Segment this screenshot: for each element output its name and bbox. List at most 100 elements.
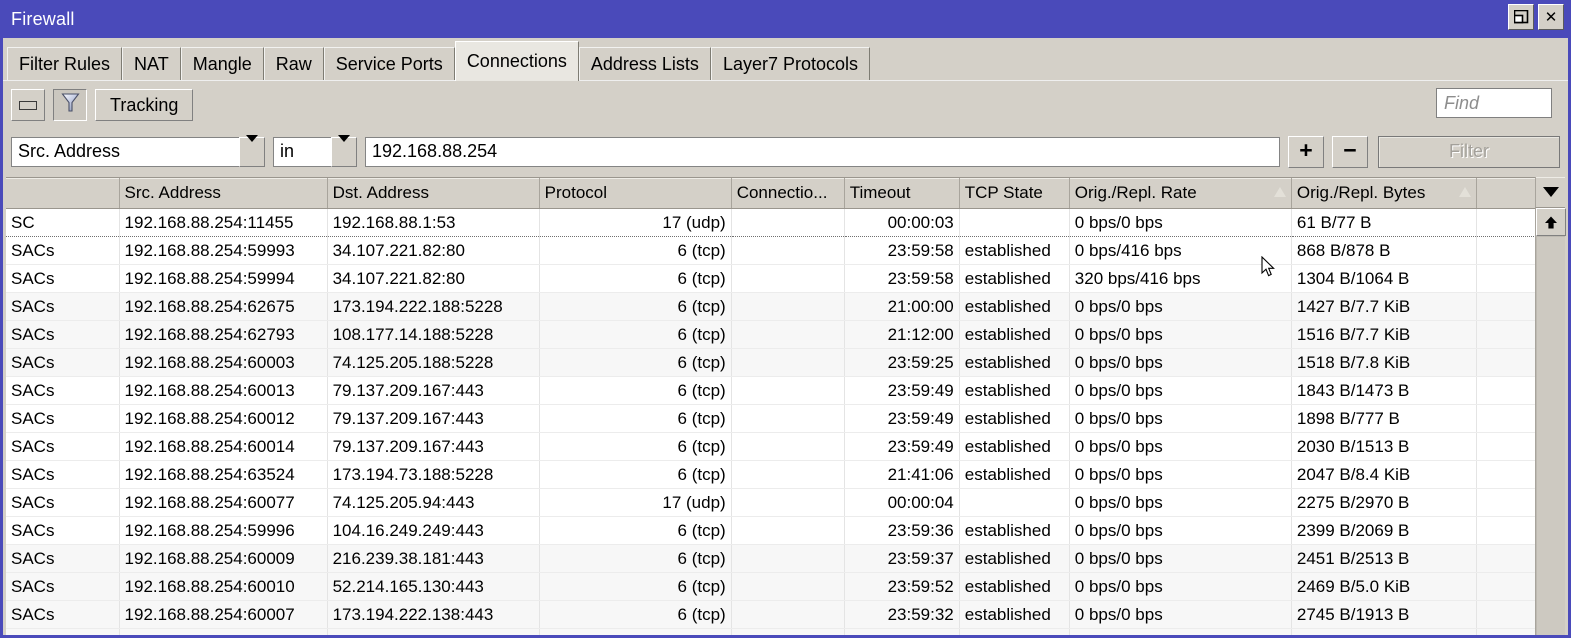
table-row[interactable]: SACs 192.168.88.254:60012 79.137.209.167:4… (6, 404, 1565, 433)
tab-filter-rules[interactable]: Filter Rules (7, 47, 123, 81)
cell-flags: SACs (6, 320, 120, 349)
cell-timeout: 23:59:38 (844, 628, 960, 635)
connections-table: Src. Address Dst. Address Protocol Conne… (6, 178, 1565, 635)
tab-label: Layer7 Protocols (722, 54, 859, 74)
cell-orig-repl-bytes: 4257 B/4018 B (1291, 628, 1477, 635)
cell-connection (731, 236, 845, 265)
cell-timeout: 23:59:52 (844, 572, 960, 601)
cell-orig-repl-bytes: 868 B/878 B (1291, 236, 1477, 265)
table-row[interactable]: SACs 192.168.88.254:62675 173.194.222.188:… (6, 292, 1565, 321)
cell-src-address: 192.168.88.254:60014 (119, 432, 328, 461)
cell-src-address: 192.168.88.254:59994 (119, 264, 328, 293)
tab-raw[interactable]: Raw (263, 47, 324, 81)
column-header-dst-address[interactable]: Dst. Address (327, 178, 540, 209)
table-row[interactable]: SACs 192.168.88.254:60014 79.137.209.167:4… (6, 432, 1565, 461)
cell-tcp-state (959, 488, 1070, 517)
column-header-tcp-state[interactable]: TCP State (959, 178, 1070, 209)
restore-button[interactable] (1508, 4, 1534, 30)
cell-timeout: 23:59:49 (844, 376, 960, 405)
cell-tcp-state: established (959, 236, 1070, 265)
table-row[interactable]: SACs 192.168.88.254:59996 104.16.249.249:4… (6, 516, 1565, 545)
table-row[interactable]: SACs 192.168.88.254:62793 108.177.14.188:5… (6, 320, 1565, 349)
column-header-orig-repl-rate[interactable]: Orig./Repl. Rate (1069, 178, 1292, 209)
cell-flags: SACs (6, 488, 120, 517)
table-row[interactable]: SACs 192.168.88.254:60077 74.125.205.94:44… (6, 488, 1565, 517)
table-row[interactable]: SACs 192.168.88.254:63524 173.194.73.188:5… (6, 460, 1565, 489)
table-row[interactable]: SC 192.168.88.254:11455 192.168.88.1:53 17 … (6, 208, 1565, 237)
column-chooser-button[interactable] (1535, 177, 1565, 208)
tab-mangle[interactable]: Mangle (180, 47, 264, 81)
apply-filter-button[interactable]: Filter (1378, 135, 1560, 168)
cell-orig-repl-bytes: 1898 B/777 B (1291, 404, 1477, 433)
cell-connection (731, 488, 845, 517)
column-header-timeout[interactable]: Timeout (844, 178, 960, 209)
cell-src-address: 192.168.88.254:60077 (119, 488, 328, 517)
funnel-icon (60, 92, 80, 118)
cell-dst-address: 35.186.227.140:443 (327, 628, 540, 635)
filter-operator-input[interactable]: in (273, 136, 331, 167)
cell-orig-repl-rate: 0 bps/0 bps (1069, 292, 1292, 321)
cell-orig-repl-rate: 0 bps/0 bps (1069, 404, 1292, 433)
add-filter-button[interactable]: + (1288, 135, 1324, 168)
chevron-down-icon (1542, 187, 1559, 197)
cell-flags: SACs (6, 236, 120, 265)
table-row[interactable]: SACs 192.168.88.254:60010 52.214.165.130:4… (6, 572, 1565, 601)
filter-operator-dropdown[interactable] (331, 134, 357, 167)
cell-dst-address: 34.107.221.82:80 (327, 264, 540, 293)
vertical-scrollbar[interactable] (1535, 208, 1566, 635)
close-button[interactable]: ✕ (1538, 4, 1564, 30)
column-header-orig-repl-bytes[interactable]: Orig./Repl. Bytes (1291, 178, 1477, 209)
column-header-protocol[interactable]: Protocol (539, 178, 732, 209)
cell-orig-repl-rate: 0 bps/0 bps (1069, 348, 1292, 377)
remove-connection-button[interactable] (11, 89, 45, 121)
find-input[interactable]: Find (1436, 88, 1552, 118)
cell-timeout: 00:00:04 (844, 488, 960, 517)
table-row[interactable]: SACs 192.168.88.254:60009 216.239.38.181:4… (6, 544, 1565, 573)
table-header-row: Src. Address Dst. Address Protocol Conne… (6, 178, 1565, 209)
tab-nat[interactable]: NAT (122, 47, 181, 81)
plus-icon: + (1299, 136, 1313, 163)
cell-tcp-state: established (959, 544, 1070, 573)
cell-timeout: 23:59:25 (844, 348, 960, 377)
cell-timeout: 23:59:58 (844, 264, 960, 293)
column-header-src-address[interactable]: Src. Address (119, 178, 328, 209)
remove-filter-button[interactable]: − (1332, 135, 1368, 168)
cell-orig-repl-bytes: 1304 B/1064 B (1291, 264, 1477, 293)
cell-dst-address: 34.107.221.82:80 (327, 236, 540, 265)
cell-flags: SACs (6, 460, 120, 489)
filter-value-input[interactable]: 192.168.88.254 (365, 136, 1280, 167)
column-header-connection[interactable]: Connectio... (731, 178, 845, 209)
cell-orig-repl-rate: 0 bps/0 bps (1069, 516, 1292, 545)
tab-service-ports[interactable]: Service Ports (323, 47, 455, 81)
filter-operator-value: in (280, 141, 295, 161)
cell-connection (731, 600, 845, 629)
cell-connection (731, 460, 845, 489)
cell-orig-repl-bytes: 1518 B/7.8 KiB (1291, 348, 1477, 377)
cell-protocol: 6 (tcp) (539, 600, 732, 629)
column-header-flags[interactable] (6, 178, 120, 209)
tracking-button[interactable]: Tracking (95, 89, 194, 121)
tab-connections[interactable]: Connections (454, 41, 579, 81)
cell-flags: SACs (6, 264, 120, 293)
cell-timeout: 23:59:49 (844, 404, 960, 433)
tab-layer7-protocols[interactable]: Layer7 Protocols (710, 47, 871, 81)
cell-timeout: 23:59:37 (844, 544, 960, 573)
filter-toggle-button[interactable] (53, 89, 87, 121)
scrollbar-track[interactable] (1536, 236, 1565, 635)
table-row[interactable]: SACs192.168.88.254:6000235.186.227.140:4… (6, 628, 1565, 635)
tab-address-lists[interactable]: Address Lists (578, 47, 711, 81)
table-row[interactable]: SACs 192.168.88.254:59993 34.107.221.82:80… (6, 236, 1565, 265)
table-row[interactable]: SACs 192.168.88.254:60013 79.137.209.167:4… (6, 376, 1565, 405)
filter-field-dropdown[interactable] (239, 134, 265, 167)
cell-orig-repl-bytes: 2469 B/5.0 KiB (1291, 572, 1477, 601)
table-row[interactable]: SACs 192.168.88.254:60007 173.194.222.138:… (6, 600, 1565, 629)
filter-field-input[interactable]: Src. Address (11, 136, 239, 167)
scroll-up-button[interactable] (1536, 208, 1566, 236)
table-row[interactable]: SACs 192.168.88.254:60003 74.125.205.188:5… (6, 348, 1565, 377)
connections-table-container[interactable]: Src. Address Dst. Address Protocol Conne… (6, 177, 1565, 635)
cell-timeout: 23:59:36 (844, 516, 960, 545)
cell-connection (731, 376, 845, 405)
cell-src-address: 192.168.88.254:62675 (119, 292, 328, 321)
table-row[interactable]: SACs 192.168.88.254:59994 34.107.221.82:80… (6, 264, 1565, 293)
table-body: SC 192.168.88.254:11455 192.168.88.1:53 17 … (6, 208, 1565, 635)
